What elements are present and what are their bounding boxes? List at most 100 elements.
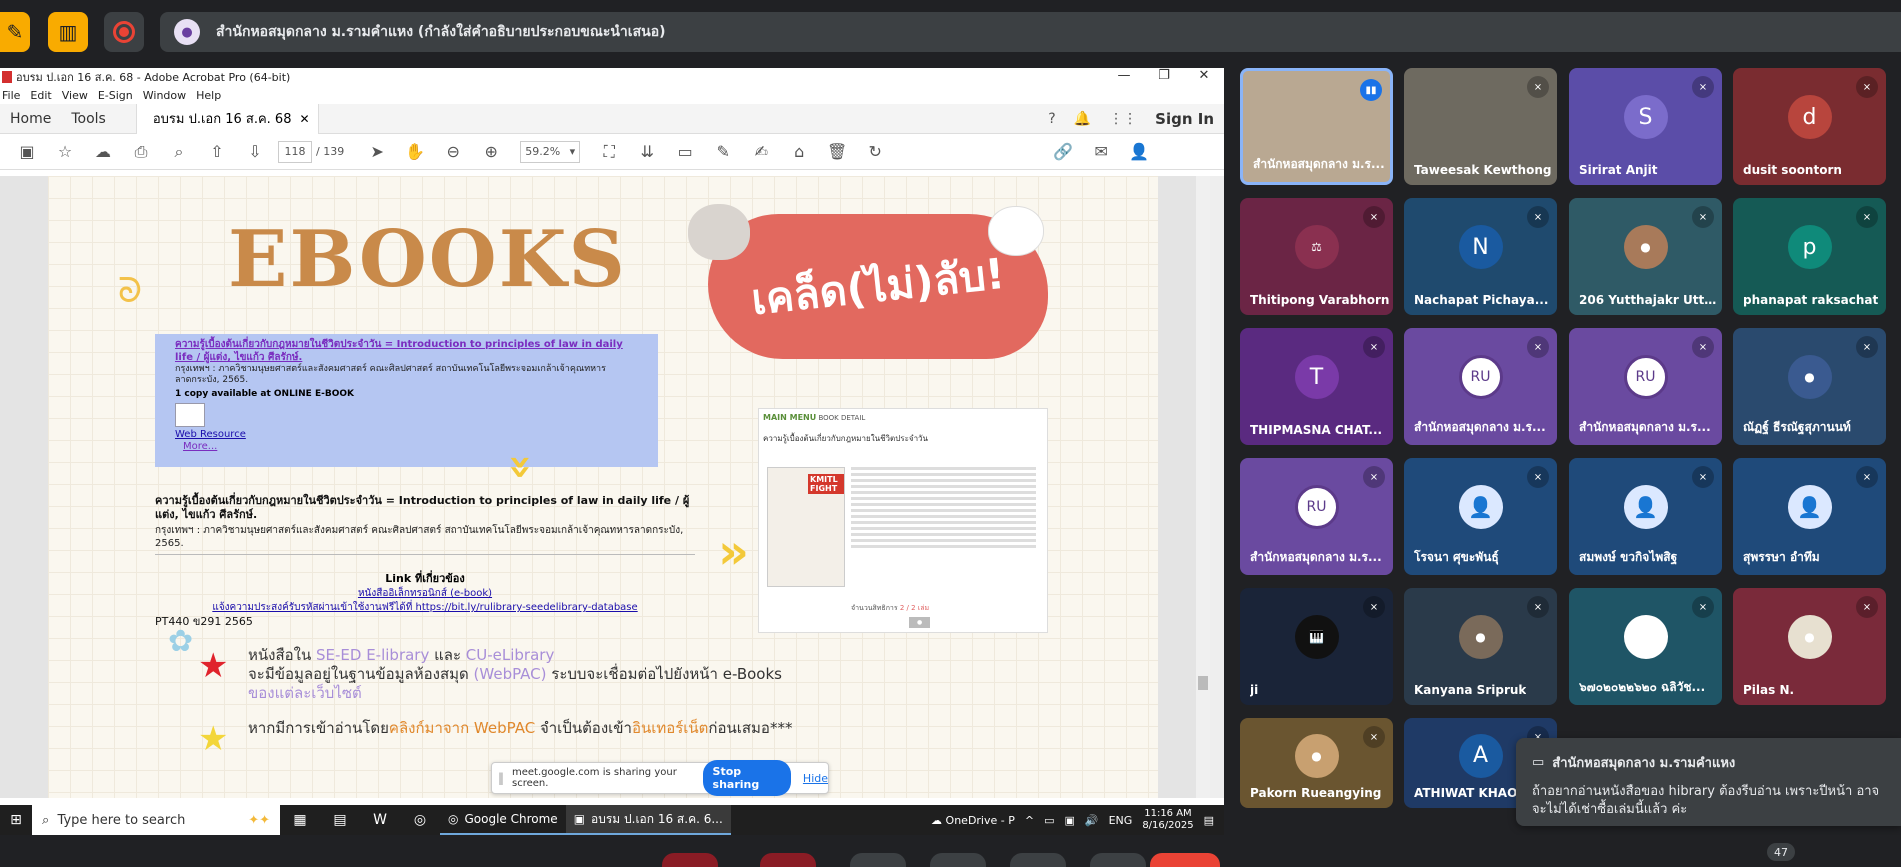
participant-tile[interactable]: ● ⨯ ณัฏฐ์ ธีรณัฐสุภานนท์ <box>1733 328 1886 445</box>
word-icon[interactable]: W <box>360 805 400 835</box>
email-icon[interactable]: ✉ <box>1082 142 1120 161</box>
participant-tile[interactable]: RU ⨯ สำนักหอสมุดกลาง ม.ร... <box>1569 328 1722 445</box>
scroll-thumb[interactable] <box>1198 676 1208 690</box>
participant-tile[interactable]: ● ⨯ Pilas N. <box>1733 588 1886 705</box>
present-button[interactable] <box>1010 853 1066 867</box>
restore-icon[interactable]: ❐ <box>1144 68 1184 83</box>
participant-tile[interactable]: N ⨯ Nachapat Pichaya... <box>1404 198 1557 315</box>
upload-cloud-icon[interactable]: ☁ <box>84 142 122 161</box>
rotate-icon[interactable]: ↻ <box>856 142 894 161</box>
notifications-icon[interactable]: ▤ <box>1204 814 1214 827</box>
close-icon[interactable]: ✕ <box>1184 68 1224 83</box>
taskbar-chrome[interactable]: ◎ Google Chrome <box>440 805 566 835</box>
volume-icon[interactable]: 🔊 <box>1085 814 1099 827</box>
record-button[interactable] <box>104 12 144 52</box>
search-zoom-icon[interactable]: ⌕ <box>160 142 198 162</box>
participant-tile[interactable]: p ⨯ phanapat raksachat <box>1733 198 1886 315</box>
menu-help[interactable]: Help <box>196 89 221 102</box>
participant-tile[interactable]: ⨯ Taweesak Kewthong <box>1404 68 1557 185</box>
apps-grid-icon[interactable]: ⋮⋮ <box>1109 111 1137 127</box>
chat-notification[interactable]: ▭ สำนักหอสมุดกลาง ม.รามคำแหง ถ้าอยากอ่านห… <box>1516 738 1901 826</box>
participant-tile[interactable]: RU ⨯ สำนักหอสมุดกลาง ม.ร... <box>1240 458 1393 575</box>
zoom-in-icon[interactable]: ⊕ <box>472 142 510 161</box>
right-panel-toggle[interactable] <box>1210 176 1224 798</box>
participant-tile[interactable]: ● ⨯ Pakorn Rueangying <box>1240 718 1393 808</box>
more-options-button[interactable] <box>1090 853 1146 867</box>
web-resource-link[interactable]: Web Resource <box>175 429 638 441</box>
scroll-mode-icon[interactable]: ⇊ <box>628 142 666 161</box>
tab-tools[interactable]: Tools <box>61 111 116 127</box>
menu-view[interactable]: View <box>62 89 88 102</box>
language-indicator[interactable]: ENG <box>1109 814 1133 827</box>
participant-tile[interactable]: d ⨯ dusit soontorn <box>1733 68 1886 185</box>
close-tab-icon[interactable]: ✕ <box>299 112 309 126</box>
account-icon[interactable]: 👤 <box>1120 142 1158 161</box>
participant-tile[interactable]: 👤 ⨯ สมพงษ์ ขวกิจไพสิฐ <box>1569 458 1722 575</box>
select-cursor-icon[interactable]: ➤ <box>358 142 396 161</box>
vertical-scrollbar[interactable] <box>1196 176 1210 798</box>
participant-tile[interactable]: 👤 ⨯ โรจนา ศุขะพันธุ์ <box>1404 458 1557 575</box>
stamp-icon[interactable]: ⌂ <box>780 142 818 161</box>
participant-tile[interactable]: T ⨯ THIPMASNA CHAT... <box>1240 328 1393 445</box>
annotation-tools-button[interactable]: ✎ <box>0 12 30 52</box>
menu-window[interactable]: Window <box>143 89 186 102</box>
help-icon[interactable]: ? <box>1048 111 1055 127</box>
fit-page-icon[interactable]: ⛶ <box>590 142 628 162</box>
participant-tile[interactable]: ● ⨯ ๖๗๐๒๐๒๒๖๒๐ ฉลิวัช... <box>1569 588 1722 705</box>
save-icon[interactable]: ▣ <box>8 142 46 161</box>
more-link[interactable]: More... <box>183 441 638 452</box>
participant-tile[interactable]: ● ⨯ Kanyana Sripruk <box>1404 588 1557 705</box>
participant-tile[interactable]: ● ⨯ 206 Yutthajakr Utta... <box>1569 198 1722 315</box>
participant-tile[interactable]: ⚖ ⨯ Thitipong Varabhorn <box>1240 198 1393 315</box>
menu-esign[interactable]: E-Sign <box>98 89 133 102</box>
chrome-icon[interactable]: ◎ <box>400 805 440 835</box>
zoom-select[interactable]: 59.2% ▾ <box>520 140 581 163</box>
sign-icon[interactable]: ✍ <box>742 142 780 161</box>
camera-button[interactable] <box>760 853 816 867</box>
stop-sharing-button[interactable]: Stop sharing <box>702 760 791 796</box>
battery-icon[interactable]: ▭ <box>1044 814 1054 827</box>
tab-home[interactable]: Home <box>0 111 61 127</box>
taskbar-acrobat[interactable]: ▣ อบรม ป.เอก 16 ส.ค. 6... <box>565 805 731 835</box>
participant-tile[interactable]: RU ⨯ สำนักหอสมุดกลาง ม.ร... <box>1404 328 1557 445</box>
whiteboard-button[interactable]: ▥ <box>48 12 88 52</box>
comment-icon[interactable]: ▭ <box>666 142 704 161</box>
delete-icon[interactable]: 🗑 <box>818 142 856 161</box>
task-view-icon[interactable]: ▦ <box>280 805 320 835</box>
link-icon[interactable]: 🔗 <box>1044 142 1082 161</box>
mic-button[interactable] <box>662 853 718 867</box>
print-icon[interactable]: ⎙ <box>122 142 160 162</box>
file-explorer-icon[interactable]: ▤ <box>320 805 360 835</box>
sign-in-button[interactable]: Sign In <box>1155 110 1214 128</box>
participant-tile[interactable]: 👤 ⨯ สุพรรษา อำทึม <box>1733 458 1886 575</box>
highlight-icon[interactable]: ✎ <box>704 142 742 161</box>
bookmark-star-icon[interactable]: ☆ <box>46 142 84 161</box>
captions-button[interactable] <box>850 853 906 867</box>
clock[interactable]: 11:16 AM 8/16/2025 <box>1142 808 1193 832</box>
onedrive-tray[interactable]: ☁ OneDrive - P <box>931 814 1015 827</box>
participant-tile[interactable]: S ⨯ Sirirat Anjit <box>1569 68 1722 185</box>
taskbar-search[interactable]: ⌕ Type here to search ✦✦ <box>32 805 280 835</box>
chevron-up-icon[interactable]: ^ <box>1025 814 1034 827</box>
participant-tile[interactable]: ▮▮ สำนักหอสมุดกลาง ม.ร... <box>1240 68 1393 185</box>
drag-handle-icon[interactable]: ‖ <box>498 771 504 785</box>
zoom-out-icon[interactable]: ⊖ <box>434 142 472 161</box>
tab-document[interactable]: อบรม ป.เอก 16 ส.ค. 68 ✕ <box>135 103 319 134</box>
next-page-icon[interactable]: ⇩ <box>236 142 274 161</box>
catalog-title-link[interactable]: ความรู้เบื้องต้นเกี่ยวกับกฎหมายในชีวิตปร… <box>175 338 638 364</box>
prev-page-icon[interactable]: ⇧ <box>198 142 236 161</box>
network-icon[interactable]: ▣ <box>1065 814 1075 827</box>
hide-share-bar-link[interactable]: Hide <box>803 772 828 785</box>
page-number-input[interactable]: 118 <box>278 140 312 163</box>
menu-edit[interactable]: Edit <box>30 89 51 102</box>
bell-icon[interactable]: 🔔 <box>1074 111 1091 127</box>
windows-start-icon[interactable]: ⊞ <box>0 812 32 828</box>
document-view[interactable]: ᘐ EBOOKS เคล็ด(ไม่)ลับ! ความรู้เบื้องต้น… <box>0 176 1224 798</box>
hand-tool-icon[interactable]: ✋ <box>396 142 434 161</box>
left-panel-toggle[interactable] <box>0 176 10 798</box>
menu-file[interactable]: File <box>2 89 20 102</box>
ebook-link[interactable]: หนังสืออิเล็กทรอนิกส์ (e-book) <box>155 587 695 601</box>
participant-tile[interactable]: 🎹 ⨯ ji <box>1240 588 1393 705</box>
leave-call-button[interactable] <box>1150 853 1220 867</box>
emoji-button[interactable] <box>930 853 986 867</box>
